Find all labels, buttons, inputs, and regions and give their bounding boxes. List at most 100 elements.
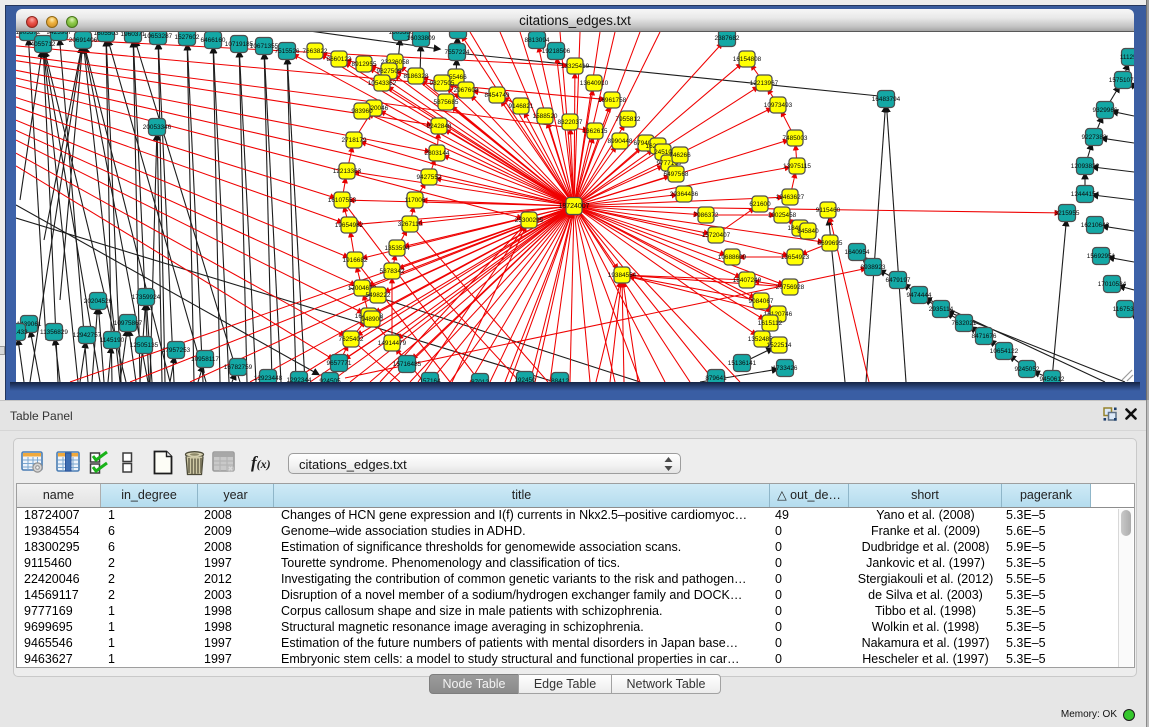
svg-text:12942757: 12942757 (73, 332, 102, 339)
svg-text:1522514: 1522514 (767, 342, 792, 349)
svg-text:16483794: 16483794 (872, 96, 901, 103)
svg-text:2967608: 2967608 (454, 87, 479, 94)
svg-text:2935114: 2935114 (929, 306, 954, 313)
svg-text:17359924: 17359924 (132, 294, 161, 301)
svg-text:19218506: 19218506 (542, 48, 571, 55)
svg-text:845840: 845840 (797, 228, 819, 235)
svg-text:13975115: 13975115 (783, 163, 811, 170)
svg-text:10688609: 10688609 (718, 254, 747, 261)
svg-text:192450: 192450 (514, 377, 536, 382)
svg-text:19654982: 19654982 (335, 222, 364, 229)
svg-text:7625402: 7625402 (339, 336, 364, 343)
svg-text:7515526: 7515526 (275, 48, 300, 55)
svg-text:16210643: 16210643 (1081, 222, 1110, 229)
svg-text:1916682: 1916682 (343, 257, 368, 264)
svg-text:87012: 87012 (471, 379, 489, 382)
svg-text:10975867: 10975867 (114, 320, 143, 327)
svg-text:9327505: 9327505 (430, 80, 455, 87)
svg-text:15720407: 15720407 (702, 232, 731, 239)
svg-text:9657771: 9657771 (327, 360, 352, 367)
svg-text:16154808: 16154808 (733, 56, 762, 63)
svg-text:9245052: 9245052 (1015, 366, 1040, 373)
svg-text:1145190: 1145190 (100, 337, 125, 344)
svg-text:9474444: 9474444 (907, 292, 932, 299)
svg-text:12093822: 12093822 (1071, 163, 1100, 170)
svg-text:391433: 391433 (16, 329, 28, 336)
svg-text:20756928: 20756928 (776, 284, 805, 291)
svg-text:15136141: 15136141 (728, 360, 757, 367)
svg-text:9242848: 9242848 (427, 123, 452, 130)
svg-text:20204526: 20204526 (84, 298, 113, 305)
svg-text:2387682: 2387682 (715, 35, 740, 42)
svg-text:6497568: 6497568 (664, 171, 689, 178)
svg-text:19463627: 19463627 (776, 194, 805, 201)
svg-text:9146821: 9146821 (509, 103, 534, 110)
svg-text:12213363: 12213363 (333, 168, 362, 175)
svg-text:8322037: 8322037 (558, 119, 583, 126)
svg-text:20364436: 20364436 (670, 191, 699, 198)
svg-text:15716485: 15716485 (393, 361, 422, 368)
svg-text:9227382: 9227382 (1082, 134, 1107, 141)
svg-text:117006: 117006 (405, 197, 426, 204)
svg-text:13325419: 13325419 (561, 63, 590, 70)
svg-text:9115460: 9115460 (816, 207, 841, 214)
svg-text:16961758: 16961758 (598, 97, 627, 104)
svg-text:7557224: 7557224 (445, 49, 470, 56)
svg-text:924505: 924505 (319, 378, 341, 382)
svg-text:8471676: 8471676 (972, 333, 997, 340)
svg-text:948900: 948900 (361, 316, 383, 323)
svg-text:3215955: 3215955 (1055, 210, 1080, 217)
svg-text:166011: 166011 (448, 32, 469, 34)
svg-text:5875685: 5875685 (434, 99, 459, 106)
svg-text:746266: 746266 (669, 152, 691, 159)
svg-text:1362615: 1362615 (583, 128, 608, 135)
svg-text:13640910: 13640910 (580, 80, 609, 87)
svg-text:8454749: 8454749 (485, 92, 510, 99)
svg-text:10543362: 10543362 (368, 80, 397, 87)
svg-text:8660123: 8660123 (327, 56, 352, 63)
svg-text:11356829: 11356829 (40, 329, 68, 336)
svg-text:18407249: 18407249 (733, 277, 762, 284)
svg-text:6466160: 6466160 (201, 37, 226, 44)
svg-text:1605503: 1605503 (94, 32, 119, 37)
svg-text:1640954: 1640954 (845, 249, 870, 256)
svg-text:4055712: 4055712 (31, 41, 56, 48)
svg-text:6479197: 6479197 (886, 277, 911, 284)
svg-text:2718179: 2718179 (342, 137, 367, 144)
svg-text:8912955: 8912955 (352, 61, 377, 68)
svg-text:12444154: 12444154 (1071, 191, 1100, 198)
svg-text:10025458: 10025458 (768, 212, 797, 219)
svg-text:12505135: 12505135 (130, 342, 159, 349)
svg-text:12923448: 12923448 (254, 375, 283, 382)
svg-text:9427552: 9427552 (417, 174, 442, 181)
svg-text:16107553: 16107553 (328, 197, 357, 204)
svg-text:15692951: 15692951 (1087, 253, 1116, 260)
svg-text:1960371: 1960371 (121, 32, 146, 38)
svg-text:7485003: 7485003 (783, 135, 808, 142)
svg-text:9329966: 9329966 (1093, 107, 1118, 114)
svg-text:9423907: 9423907 (47, 32, 72, 36)
svg-text:9450612: 9450612 (1040, 376, 1065, 382)
svg-text:12213967: 12213967 (750, 80, 779, 87)
svg-text:17010534: 17010534 (1098, 281, 1127, 288)
svg-text:1615112: 1615112 (758, 320, 783, 327)
svg-text:10654122: 10654122 (990, 348, 1019, 355)
svg-text:1167534: 1167534 (1113, 306, 1134, 313)
svg-text:14914479: 14914479 (378, 340, 407, 347)
svg-text:1292344: 1292344 (287, 377, 312, 382)
svg-text:10973493: 10973493 (764, 102, 793, 109)
svg-text:1588520: 1588520 (533, 113, 558, 120)
svg-text:7986372: 7986372 (694, 212, 719, 219)
svg-text:8938923: 8938923 (861, 264, 886, 271)
svg-text:5498222: 5498222 (366, 292, 391, 299)
svg-text:20691406: 20691406 (69, 37, 98, 44)
svg-text:15751074: 15751074 (1109, 77, 1134, 84)
svg-text:9084067: 9084067 (749, 298, 774, 305)
svg-text:7955812: 7955812 (616, 116, 641, 123)
svg-text:3267110: 3267110 (398, 221, 423, 228)
svg-text:1353594: 1353594 (385, 245, 410, 252)
svg-text:16782759: 16782759 (224, 364, 253, 371)
svg-text:88412: 88412 (551, 378, 569, 382)
svg-text:9827505: 9827505 (377, 68, 402, 75)
svg-text:8990448: 8990448 (608, 138, 633, 145)
